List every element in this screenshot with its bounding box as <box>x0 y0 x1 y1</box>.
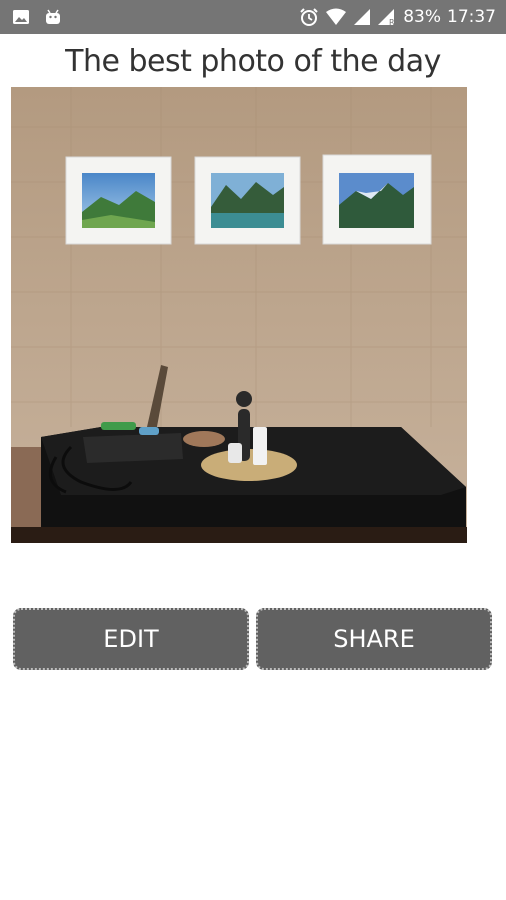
alarm-icon <box>299 7 319 27</box>
status-bar: R 83% 17:37 <box>0 0 506 34</box>
status-bar-left <box>12 0 62 34</box>
edit-button[interactable]: EDIT <box>13 608 249 670</box>
svg-text:R: R <box>389 18 395 26</box>
status-time: 17:37 <box>447 7 496 27</box>
wifi-icon <box>325 8 347 26</box>
page-title: The best photo of the day <box>65 44 441 79</box>
status-bar-right: R 83% 17:37 <box>299 0 496 34</box>
share-button[interactable]: SHARE <box>256 608 492 670</box>
roaming-signal-icon: R <box>377 8 397 26</box>
signal-icon <box>353 8 371 26</box>
image-icon <box>12 8 30 26</box>
android-icon <box>44 8 62 26</box>
battery-percent: 83% <box>403 7 441 27</box>
photo-of-the-day <box>11 87 467 543</box>
